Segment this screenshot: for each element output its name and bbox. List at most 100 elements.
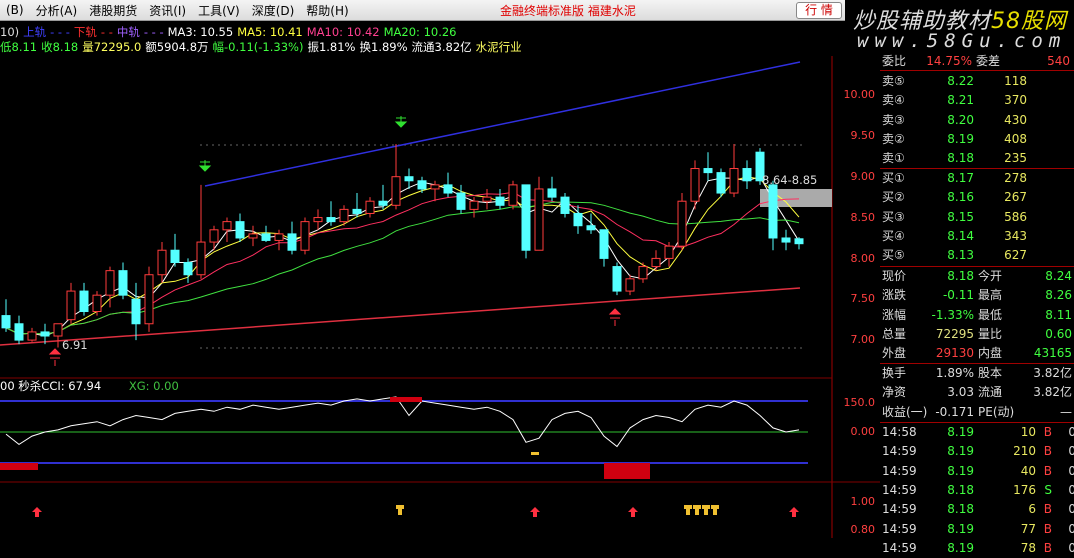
bid-price: 8.14	[947, 228, 974, 243]
quote-label: 现价	[882, 269, 907, 283]
range-label: 8.64-8.85	[762, 173, 818, 187]
bid-volume: 586	[1004, 209, 1027, 224]
price-summary: 低8.11 收8.18 量72295.0 额5904.8万 幅-0.11(-1.33%)…	[0, 39, 526, 55]
quote-label: 最低	[978, 307, 1003, 322]
signal-marker-icon	[711, 505, 719, 515]
menu-item[interactable]: 资讯(I)	[149, 2, 186, 19]
fund-row: 收益(一) -0.171 PE(动) —	[880, 403, 1074, 422]
ask-row: 卖③ 8.20 430	[880, 111, 1074, 130]
buy-arrow-icon	[628, 507, 638, 517]
candle-up	[196, 241, 206, 276]
bid-label: 买①	[882, 171, 905, 185]
tick-time: 14:59	[882, 463, 917, 478]
vol-axis-label: 1.00	[850, 495, 876, 508]
ma5-line	[5, 176, 800, 335]
bid-price: 8.13	[947, 248, 974, 263]
quote-value: 29130	[935, 346, 974, 361]
tick-side: B	[1043, 521, 1052, 536]
candle-up	[690, 168, 700, 202]
menu-item[interactable]: (B)	[6, 3, 24, 17]
candle-down	[14, 323, 24, 341]
menu-item[interactable]: 港股期货	[89, 2, 137, 19]
tick-price: 8.19	[947, 425, 974, 439]
tick-count: 0	[1068, 444, 1074, 459]
quote-row: 外盘 29130 内盘 43165	[880, 344, 1074, 363]
quote-value: -0.11	[942, 288, 974, 303]
menu-item[interactable]: 分析(A)	[36, 2, 78, 19]
candle-up	[339, 208, 349, 223]
candle-down	[131, 298, 141, 325]
candle-up	[248, 233, 258, 239]
candle-down	[118, 270, 128, 296]
quote-label: 今开	[978, 269, 1003, 283]
candle-down	[742, 168, 752, 182]
menu-item[interactable]: 帮助(H)	[306, 2, 348, 19]
fund-label: PE(动)	[978, 404, 1015, 419]
candle-down	[378, 200, 388, 206]
candle-down	[417, 180, 427, 190]
watermark-url: www.58Gu.com	[857, 30, 1067, 52]
quote-row: 总量 72295 量比 0.60	[880, 325, 1074, 344]
candle-down	[326, 217, 336, 223]
quote-row: 涨幅 -1.33% 最低 8.11	[880, 306, 1074, 325]
signal-arrow-down-icon	[198, 160, 212, 172]
quote-label: 总量	[882, 326, 907, 341]
signal-marker-icon	[531, 452, 539, 455]
tick-price: 8.18	[947, 502, 974, 517]
kline-chart[interactable]	[0, 56, 880, 538]
candle-down	[261, 233, 271, 241]
candle-down	[1, 315, 11, 329]
tick-volume: 40	[1020, 463, 1036, 478]
candle-down	[495, 196, 505, 206]
candle-up	[482, 196, 492, 202]
price-axis-label: 9.00	[850, 170, 876, 183]
quote-label: 量比	[978, 326, 1003, 341]
info1-item: - - -	[143, 25, 164, 39]
vol-axis-label: 0.80	[850, 523, 876, 536]
tick-row: 14:58 8.19 10 B 0	[880, 423, 1074, 442]
fund-value: 1.89%	[935, 366, 974, 380]
tick-side: B	[1043, 444, 1052, 459]
candle-up	[157, 249, 167, 276]
tick-price: 8.18	[947, 482, 974, 497]
info2-item: 额5904.8万	[145, 40, 209, 54]
tick-price: 8.19	[947, 521, 974, 536]
candle-up	[300, 221, 310, 251]
candle-down	[794, 238, 804, 245]
info2-item: 振1.81%	[307, 40, 356, 54]
candle-down	[560, 196, 570, 214]
quote-value: 0.60	[1045, 326, 1072, 341]
ask-row: 卖④ 8.21 370	[880, 91, 1074, 110]
info1-item: 上轨	[23, 25, 47, 39]
tick-time: 14:59	[882, 444, 917, 459]
candle-up	[430, 184, 440, 190]
candle-up	[66, 290, 76, 321]
candle-up	[222, 221, 232, 231]
tick-price: 8.19	[947, 444, 974, 459]
fund-label: 股本	[978, 366, 1003, 380]
tick-count: 0	[1068, 425, 1074, 439]
quote-label: 涨跌	[882, 288, 907, 303]
tick-time: 14:58	[882, 425, 917, 439]
info1-item: MA20: 10.26	[383, 25, 457, 39]
watermark-logo: 炒股辅助教材58股网 www.58Gu.com	[845, 0, 1074, 56]
candle-up	[391, 176, 401, 206]
cci-oversold-bar	[0, 463, 38, 470]
tick-volume: 176	[1013, 482, 1036, 497]
menu-item[interactable]: 深度(D)	[252, 2, 295, 19]
lower-trendline	[0, 287, 801, 346]
quote-button[interactable]: 行 情	[796, 2, 842, 19]
quote-value: 72295	[935, 326, 974, 341]
bid-volume: 267	[1004, 190, 1027, 205]
signal-arrow-up-icon	[608, 308, 622, 326]
cci-oversold-bar	[604, 463, 650, 479]
menu-item[interactable]: 工具(V)	[198, 2, 240, 19]
quote-label: 内盘	[978, 346, 1003, 361]
cci-line	[5, 396, 800, 448]
candle-down	[456, 192, 466, 210]
bid-label: 买②	[882, 190, 905, 205]
value: 540	[1047, 54, 1070, 68]
tick-row: 14:59 8.19 210 B 0	[880, 442, 1074, 461]
candle-up	[313, 217, 323, 223]
ask-row: 卖⑤ 8.22 118	[880, 72, 1074, 91]
